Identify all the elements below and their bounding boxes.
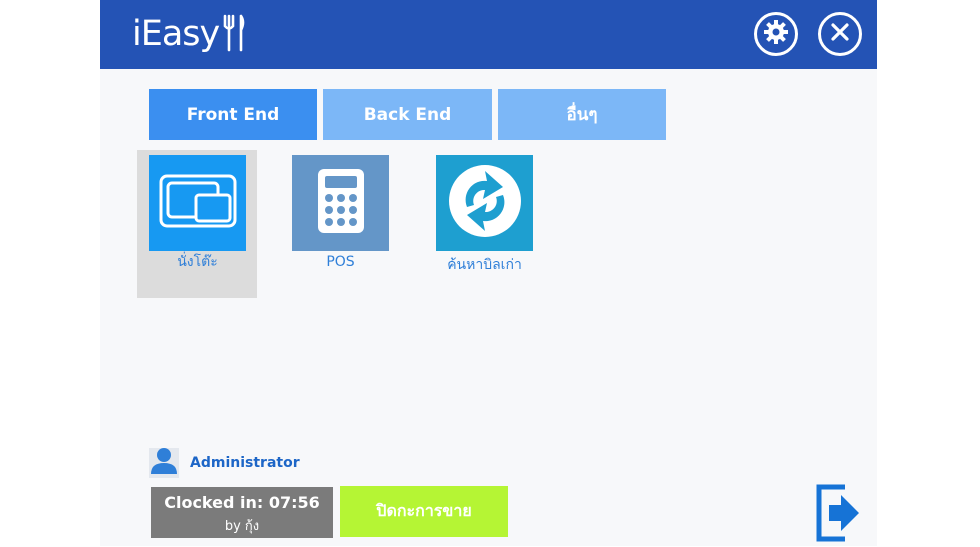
tables-icon [158,173,238,233]
tile-tables-box [149,155,246,251]
close-button[interactable] [818,12,862,56]
close-icon [830,22,850,46]
gear-icon [763,19,789,49]
avatar [149,448,179,478]
exit-icon [815,484,863,547]
tile-pos-label: POS [326,254,355,270]
logo-text: iEasy [132,14,220,54]
tile-pos[interactable]: POS [292,155,389,270]
settings-button[interactable] [754,12,798,56]
clock-in-time: Clocked in: 07:56 [164,493,320,512]
tab-others[interactable]: อื่นๆ [498,89,666,140]
tile-pos-box [292,155,389,251]
utensils-icon [221,12,247,56]
clock-in-by: by กุ้ง [224,519,260,534]
current-user: Administrator [149,448,300,478]
app-logo: iEasy [132,11,247,57]
close-sales-shift-button[interactable]: ปิดกะการขาย [340,486,508,537]
tile-tables-label: นั่งโต๊ะ [177,254,218,270]
tile-search-old-bill[interactable]: ค้นหาบิลเก่า [436,155,533,276]
app-window: iEasy Front End Back End อื่นๆ นั่งโต๊ะ … [100,0,877,546]
exit-button[interactable] [815,483,863,543]
tab-front-end[interactable]: Front End [149,89,317,140]
tile-search-old-bill-label: ค้นหาบิลเก่า [447,257,522,273]
calculator-icon [317,168,365,238]
user-icon [149,448,179,478]
clock-in-status: Clocked in: 07:56 by กุ้ง [151,487,333,538]
tile-tables[interactable]: นั่งโต๊ะ [149,155,246,273]
header-bar: iEasy [100,0,877,69]
tile-search-old-bill-box [436,155,533,251]
tab-back-end[interactable]: Back End [323,89,492,140]
user-name: Administrator [190,455,300,471]
refresh-bill-icon [447,163,523,243]
